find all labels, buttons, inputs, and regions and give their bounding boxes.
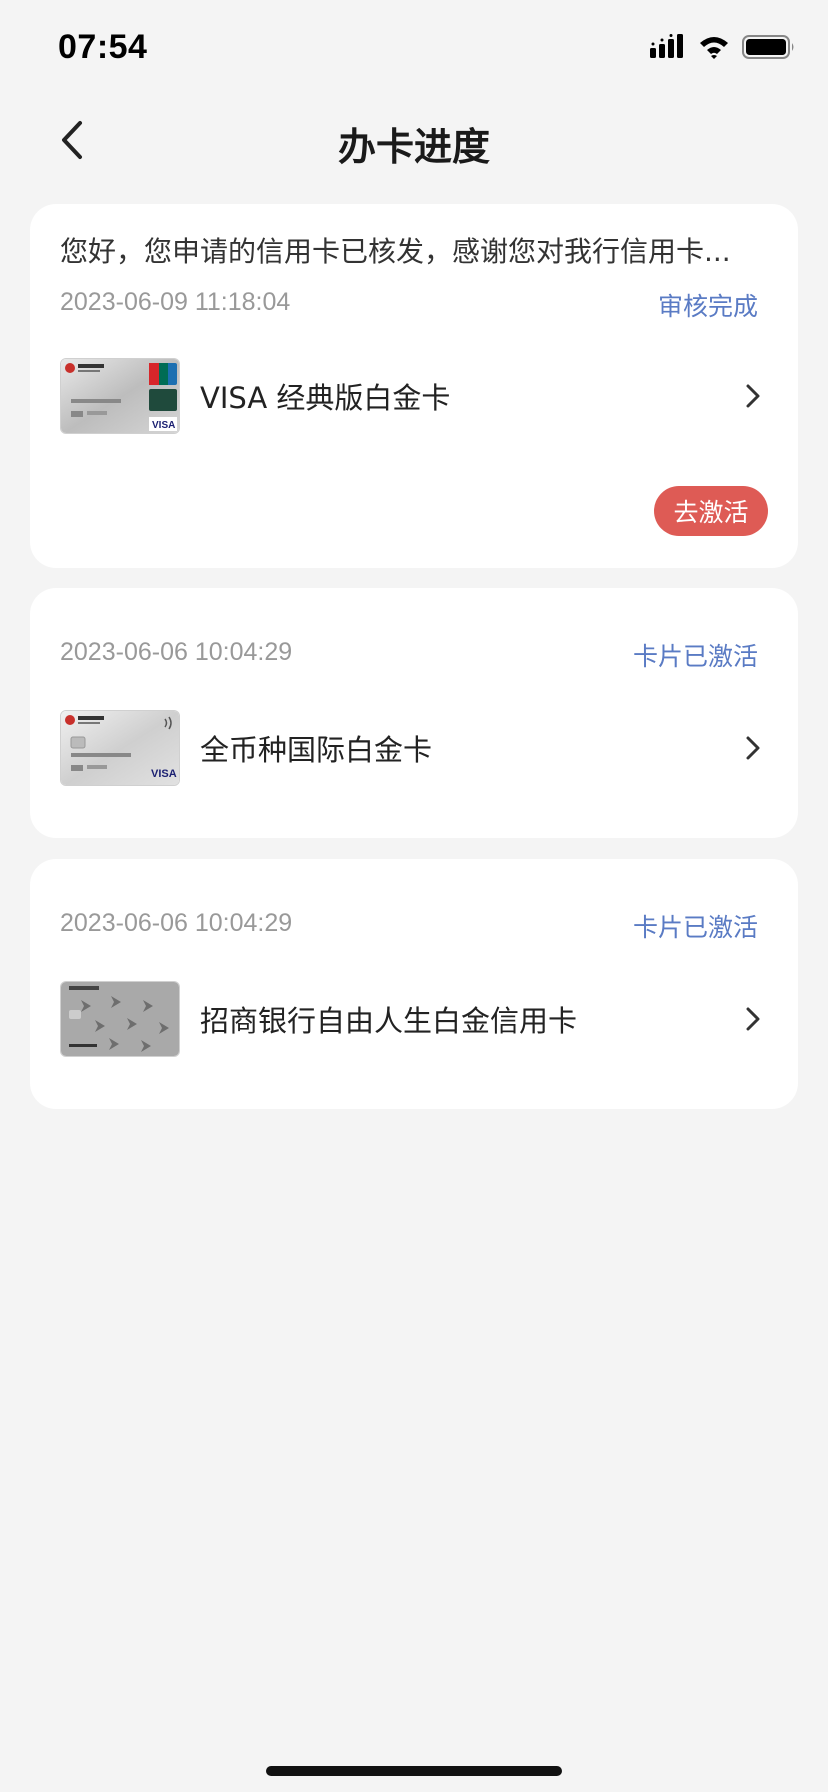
status-icons: [650, 34, 796, 64]
svg-text:VISA: VISA: [152, 420, 175, 431]
application-message: 您好，您申请的信用卡已核发，感谢您对我行信用卡...: [60, 235, 731, 268]
battery-icon: [742, 34, 796, 64]
application-card: 2023-06-06 10:04:29 卡片已激活: [30, 859, 798, 1109]
page-title: 办卡进度: [337, 125, 490, 169]
application-date: 2023-06-06 10:04:29: [60, 638, 293, 666]
card-image: VISA: [60, 710, 180, 786]
card-item-row[interactable]: VISA VISA 经典版白金卡: [60, 357, 768, 435]
card-name: 全币种国际白金卡: [200, 733, 433, 767]
chevron-right-icon: [738, 728, 768, 768]
card-image: VISA: [60, 358, 180, 434]
application-status: 审核完成: [657, 292, 758, 321]
card-item-row[interactable]: 招商银行自由人生白金信用卡: [60, 980, 768, 1058]
chevron-right-icon: [738, 376, 768, 416]
signal-icon: [650, 34, 686, 64]
status-bar: 07:54: [0, 0, 828, 100]
application-status: 卡片已激活: [632, 913, 758, 942]
application-card: 您好，您申请的信用卡已核发，感谢您对我行信用卡... 2023-06-09 11…: [30, 204, 798, 568]
card-name: VISA 经典版白金卡: [200, 381, 451, 415]
card-image: [60, 981, 180, 1057]
application-card: 2023-06-06 10:04:29 卡片已激活: [30, 588, 798, 838]
svg-text:VISA: VISA: [151, 768, 177, 780]
card-name: 招商银行自由人生白金信用卡: [200, 1004, 578, 1038]
application-date: 2023-06-06 10:04:29: [60, 909, 293, 937]
nav-bar: 办卡进度: [0, 100, 828, 180]
activate-button[interactable]: 去激活: [654, 486, 768, 536]
application-date: 2023-06-09 11:18:04: [60, 288, 291, 316]
wifi-icon: [698, 35, 730, 63]
status-time: 07:54: [58, 28, 148, 66]
chevron-right-icon: [738, 999, 768, 1039]
card-item-row[interactable]: VISA 全币种国际白金卡: [60, 709, 768, 787]
home-indicator[interactable]: [266, 1766, 562, 1776]
application-status: 卡片已激活: [632, 642, 758, 671]
